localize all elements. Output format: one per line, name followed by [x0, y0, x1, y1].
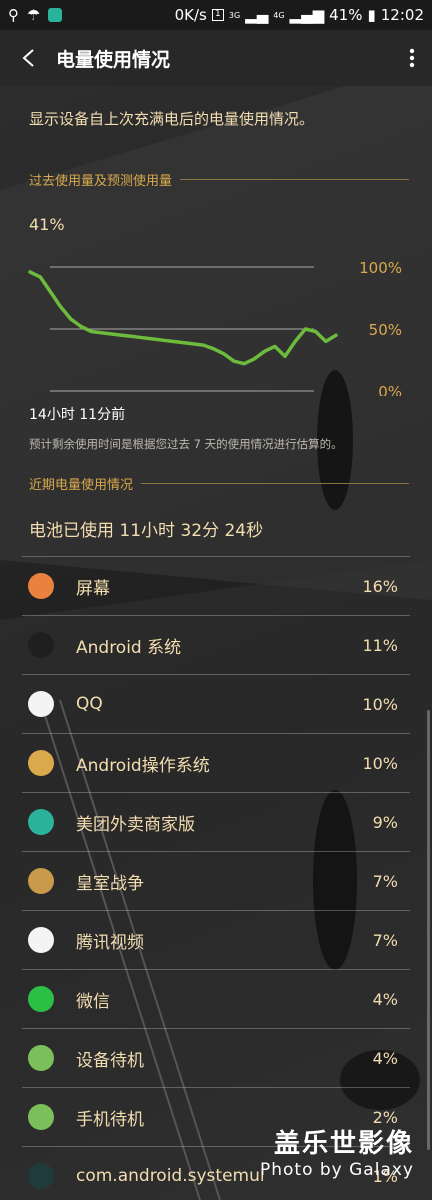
divider	[180, 179, 409, 180]
app-usage-list: 屏幕 16% Android 系统 11% QQ 10% Android操作系统 10% 美团外…	[22, 556, 410, 1200]
app-row[interactable]: 美团外卖商家版 9%	[22, 792, 410, 851]
signal-4g: 4G	[273, 10, 285, 20]
tick-label-0: 0%	[378, 383, 402, 396]
app-percent: 10%	[362, 694, 398, 714]
wechat-icon	[28, 986, 54, 1012]
watermark: 盖乐世影像 Photo by Galaxy	[260, 1123, 414, 1180]
app-bar: 电量使用情况	[0, 30, 432, 86]
battery-used-time: 电池已使用 11小时 32分 24秒	[29, 521, 264, 541]
app-name: 皇室战争	[76, 873, 144, 894]
usage-series-line	[28, 270, 338, 366]
battery-percent: 41%	[329, 6, 363, 24]
elapsed-time: 14小时 11分前	[29, 407, 126, 423]
app-percent: 10%	[362, 753, 398, 773]
current-percent: 41%	[29, 215, 65, 234]
section-header-past: 过去使用量及预测使用量	[29, 170, 409, 189]
app-row[interactable]: 皇室战争 7%	[22, 851, 410, 910]
back-arrow-icon	[22, 49, 34, 67]
app-percent: 9%	[372, 812, 398, 832]
debug-icon: ☂	[27, 6, 41, 24]
page-title: 电量使用情况	[56, 48, 171, 71]
signal-bars-icon: ▂▄	[245, 6, 269, 24]
status-bar: ⚲ ☂ 0K/s 1 3G ▂▄ 4G ▂▄▆ 41% ▮ 12:02	[0, 0, 432, 30]
app-row[interactable]: 微信 4%	[22, 969, 410, 1028]
tick-label-100: 100%	[359, 259, 402, 277]
app-name: Android 系统	[76, 637, 182, 658]
signal-bars-icon-2: ▂▄▆	[289, 6, 325, 24]
app-percent: 7%	[372, 930, 398, 950]
app-percent: 11%	[362, 635, 398, 655]
power-icon	[28, 1045, 54, 1071]
app-name: QQ	[76, 694, 103, 714]
tick-label-50: 50%	[369, 321, 402, 339]
section-header-recent: 近期电量使用情况	[29, 474, 409, 493]
systemui-icon	[28, 1163, 54, 1189]
net-speed: 0K/s	[174, 6, 207, 24]
app-name: 微信	[76, 991, 110, 1012]
more-options-button[interactable]	[392, 30, 432, 86]
battery-icon: ▮	[367, 6, 376, 24]
screen-icon	[28, 573, 54, 599]
clash-royale-icon	[28, 868, 54, 894]
signal-3g: 3G	[228, 10, 241, 20]
divider	[141, 483, 409, 484]
scrollbar[interactable]	[427, 710, 430, 1150]
clock: 12:02	[380, 6, 424, 24]
sim-icon: 1	[211, 9, 224, 21]
app-percent: 16%	[362, 576, 398, 596]
app-name: 设备待机	[76, 1050, 144, 1071]
app-row[interactable]: 腾讯视频 7%	[22, 910, 410, 969]
app-percent: 4%	[372, 989, 398, 1009]
android-icon	[28, 750, 54, 776]
app-name: 腾讯视频	[76, 932, 144, 953]
usage-chart: 100% 50% 0%	[28, 259, 402, 396]
tencent-video-icon	[28, 927, 54, 953]
app-row[interactable]: Android操作系统 10%	[22, 733, 410, 792]
section-title-recent: 近期电量使用情况	[29, 478, 134, 493]
app-row[interactable]: 屏幕 16%	[22, 556, 410, 615]
usb-icon: ⚲	[8, 6, 19, 24]
estimate-note: 预计剩余使用时间是根据您过去 7 天的使用情况进行估算的。	[29, 437, 343, 451]
section-title-past: 过去使用量及预测使用量	[29, 174, 173, 189]
signal-icon	[28, 1104, 54, 1130]
back-button[interactable]	[0, 30, 56, 86]
watermark-subtitle: Photo by Galaxy	[259, 1160, 414, 1180]
app-percent: 4%	[372, 1048, 398, 1068]
meituan-notification-icon	[48, 8, 63, 22]
meituan-icon	[28, 809, 54, 835]
app-row[interactable]: QQ 10%	[22, 674, 410, 733]
app-name: Android操作系统	[76, 755, 210, 776]
app-row[interactable]: Android 系统 11%	[22, 615, 410, 674]
app-row[interactable]: 设备待机 4%	[22, 1028, 410, 1087]
watermark-title: 盖乐世影像	[273, 1129, 414, 1159]
description: 显示设备自上次充满电后的电量使用情况。	[29, 110, 315, 128]
more-vert-icon	[409, 48, 415, 68]
app-name: 美团外卖商家版	[76, 814, 195, 835]
app-name: 屏幕	[76, 578, 110, 599]
app-percent: 7%	[372, 871, 398, 891]
android-system-icon	[28, 632, 54, 658]
qq-icon	[28, 691, 54, 717]
